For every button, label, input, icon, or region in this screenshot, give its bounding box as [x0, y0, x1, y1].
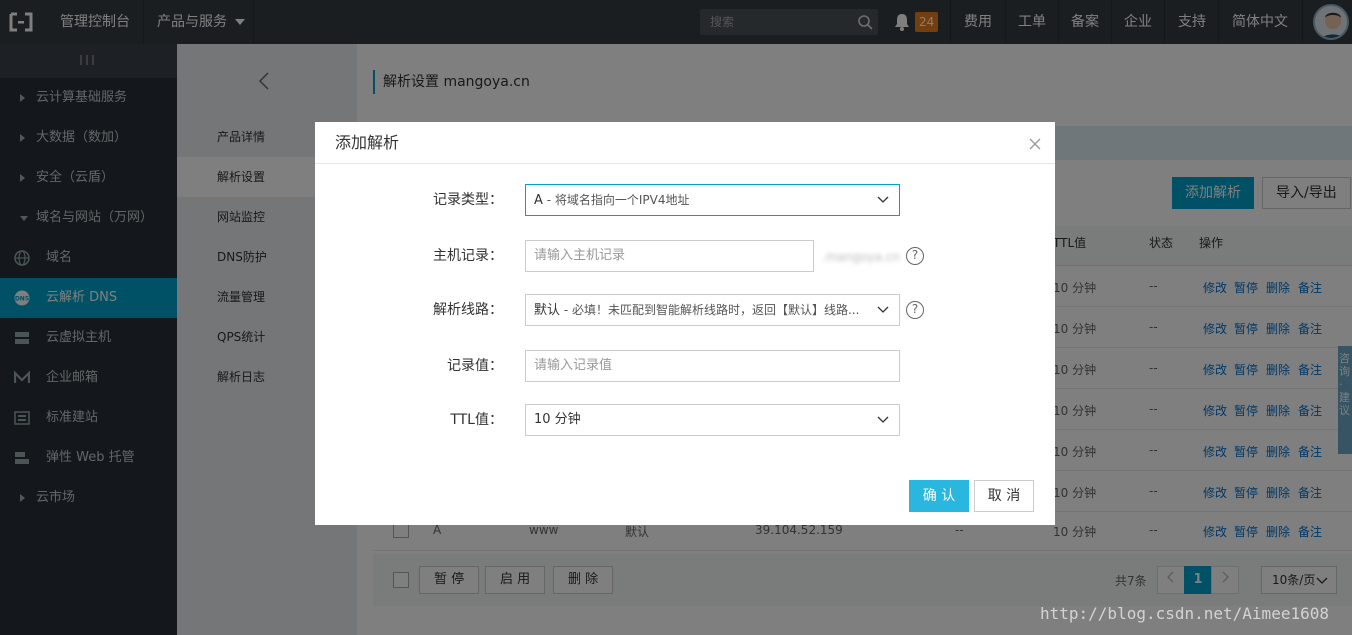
- ttl-label: TTL值：: [450, 412, 503, 428]
- chevron-down-icon: [877, 196, 889, 203]
- add-record-dialog: 添加解析 记录类型： A - 将域名指向一个IPV4地址 主机记录： 请输入主机…: [315, 122, 1055, 525]
- ttl-select[interactable]: 10 分钟: [525, 404, 900, 436]
- line-value: 默认: [534, 303, 561, 318]
- value-input[interactable]: 请输入记录值: [525, 350, 900, 382]
- line-label: 解析线路：: [433, 302, 503, 318]
- domain-suffix: .mangoya.cn: [822, 250, 900, 264]
- chevron-down-icon: [877, 306, 889, 313]
- close-icon[interactable]: [1029, 138, 1041, 150]
- cancel-button[interactable]: 取 消: [974, 480, 1034, 512]
- host-input[interactable]: 请输入主机记录: [525, 240, 814, 272]
- host-label: 主机记录：: [433, 248, 503, 264]
- confirm-button[interactable]: 确 认: [909, 480, 969, 512]
- host-placeholder: 请输入主机记录: [534, 248, 626, 263]
- ttl-value: 10 分钟: [534, 412, 581, 427]
- line-desc: - 必填！未匹配到智能解析线路时，返回【默认】线路...: [560, 303, 860, 317]
- chevron-down-icon: [877, 416, 889, 423]
- watermark: http://blog.csdn.net/Aimee1608: [1040, 604, 1329, 623]
- record-type-desc: - 将域名指向一个IPV4地址: [542, 193, 690, 207]
- help-icon[interactable]: ?: [906, 301, 924, 319]
- line-select[interactable]: 默认 - 必填！未匹配到智能解析线路时，返回【默认】线路...: [525, 294, 900, 326]
- record-type-value: A: [534, 193, 543, 208]
- help-icon[interactable]: ?: [906, 247, 924, 265]
- record-type-label: 记录类型：: [433, 192, 503, 208]
- record-type-select[interactable]: A - 将域名指向一个IPV4地址: [525, 184, 900, 216]
- dialog-title: 添加解析: [335, 133, 400, 152]
- dialog-header: 添加解析: [315, 122, 1055, 164]
- value-placeholder: 请输入记录值: [534, 358, 613, 373]
- value-label: 记录值：: [447, 358, 503, 374]
